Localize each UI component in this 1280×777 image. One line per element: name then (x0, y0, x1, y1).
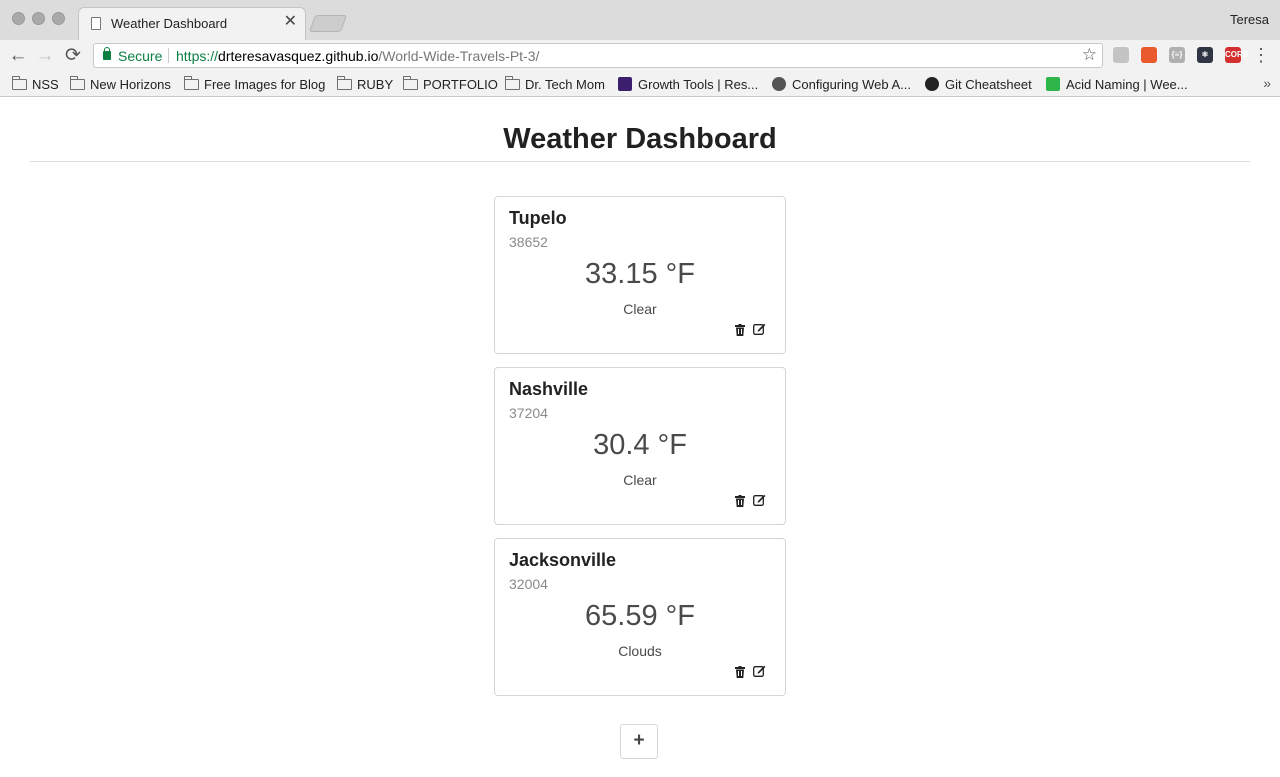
url-domain: drteresavasquez.github.io (218, 48, 379, 64)
weather-card: Jacksonville 32004 65.59 °F Clouds (494, 538, 786, 696)
react-devtools-icon[interactable]: ⚛ (1197, 47, 1213, 63)
browser-menu-icon[interactable]: ⋮ (1252, 45, 1270, 65)
card-zip: 32004 (509, 576, 548, 592)
profile-name[interactable]: Teresa (1230, 12, 1269, 27)
minimize-window-button[interactable] (32, 12, 45, 25)
bookmark-item[interactable]: RUBY (337, 75, 393, 93)
bookmark-item[interactable]: Git Cheatsheet (925, 75, 1032, 93)
address-bar[interactable]: Secure https://drteresavasquez.github.io… (93, 43, 1103, 68)
trash-icon[interactable] (735, 494, 745, 507)
bookmark-label: Dr. Tech Mom (525, 76, 605, 92)
github-icon (925, 77, 939, 91)
url-scheme: https:// (176, 48, 219, 64)
lock-icon (103, 47, 111, 60)
bookmark-item[interactable]: Growth Tools | Res... (618, 75, 758, 93)
card-condition: Clouds (618, 643, 662, 659)
bookmark-label: New Horizons (90, 76, 171, 92)
stack-extension-icon[interactable] (1141, 47, 1157, 63)
reload-icon[interactable]: ⟳ (61, 44, 85, 68)
card-condition: Clear (623, 472, 657, 488)
url-text[interactable]: https://drteresavasquez.github.io/World-… (176, 48, 539, 64)
page-icon (91, 17, 101, 30)
weather-card: Nashville 37204 30.4 °F Clear (494, 367, 786, 525)
edit-icon[interactable] (753, 664, 766, 677)
add-location-button[interactable]: + (620, 724, 658, 759)
bookmark-label: Acid Naming | Wee... (1066, 76, 1188, 92)
bookmark-label: RUBY (357, 76, 394, 92)
tab-close-icon[interactable]: ✕ (284, 13, 297, 31)
cors-extension-icon[interactable]: CORS (1225, 47, 1248, 63)
folder-icon (505, 75, 520, 90)
secure-label[interactable]: Secure (118, 48, 162, 64)
card-zip: 37204 (509, 405, 548, 421)
tab-title: Weather Dashboard (111, 16, 228, 31)
growth-tools-icon (618, 77, 632, 91)
card-temperature: 30.4 °F (593, 429, 687, 461)
folder-icon (403, 75, 418, 90)
trash-icon[interactable] (735, 665, 745, 678)
bookmark-item[interactable]: Acid Naming | Wee... (1046, 75, 1188, 93)
card-condition: Clear (623, 301, 657, 317)
json-extension-icon[interactable]: {≡} (1169, 47, 1185, 63)
address-separator (168, 48, 169, 63)
folder-icon (337, 75, 352, 90)
bookmark-item[interactable]: Configuring Web A... (772, 75, 911, 93)
weather-card: Tupelo 38652 33.15 °F Clear (494, 196, 786, 354)
folder-icon (12, 75, 27, 90)
bookmark-label: Free Images for Blog (204, 76, 326, 92)
page-title: Weather Dashboard (503, 123, 777, 155)
edit-icon[interactable] (753, 322, 766, 335)
forward-arrow-icon[interactable]: → (33, 44, 57, 68)
bookmark-label: Configuring Web A... (792, 76, 911, 92)
bookmark-label: Git Cheatsheet (945, 76, 1032, 92)
trash-icon[interactable] (735, 323, 745, 336)
bookmark-item[interactable]: Free Images for Blog (184, 75, 325, 93)
browser-title-bar: Weather Dashboard ✕ Teresa (0, 0, 1280, 40)
card-city: Nashville (509, 379, 589, 399)
bookmark-label: NSS (32, 76, 59, 92)
bookmark-item[interactable]: Dr. Tech Mom (505, 75, 605, 93)
card-city: Jacksonville (509, 550, 617, 570)
acid-icon (1046, 77, 1060, 91)
bookmarks-bar: NSS New Horizons Free Images for Blog RUBY P… (0, 71, 1280, 97)
browser-toolbar: ← → ⟳ Secure https://drteresavasquez.git… (0, 40, 1280, 71)
folder-icon (184, 75, 199, 90)
card-city: Tupelo (509, 208, 567, 228)
maximize-window-button[interactable] (52, 12, 65, 25)
title-divider (30, 161, 1250, 162)
edit-icon[interactable] (753, 493, 766, 506)
close-window-button[interactable] (12, 12, 25, 25)
card-temperature: 65.59 °F (585, 600, 695, 632)
bookmark-label: Growth Tools | Res... (638, 76, 759, 92)
folder-icon (70, 75, 85, 90)
url-path: /World-Wide-Travels-Pt-3/ (378, 48, 540, 64)
page-content: Weather Dashboard Tupelo 38652 33.15 °F Cle… (0, 97, 1280, 777)
bookmark-star-icon[interactable]: ☆ (1082, 45, 1097, 65)
back-arrow-icon[interactable]: ← (6, 44, 30, 68)
bookmarks-overflow-icon[interactable]: » (1263, 75, 1271, 91)
bookmark-item[interactable]: New Horizons (70, 75, 171, 93)
bookmark-label: PORTFOLIO (423, 76, 498, 92)
card-temperature: 33.15 °F (585, 258, 695, 290)
new-tab-button[interactable] (308, 15, 348, 32)
bookmark-item[interactable]: PORTFOLIO (403, 75, 498, 93)
tab-weather-dashboard[interactable]: Weather Dashboard ✕ (78, 7, 306, 40)
apple-icon (772, 77, 786, 91)
bookmark-item[interactable]: NSS (12, 75, 59, 93)
card-zip: 38652 (509, 234, 548, 250)
drive-extension-icon[interactable] (1113, 47, 1129, 63)
